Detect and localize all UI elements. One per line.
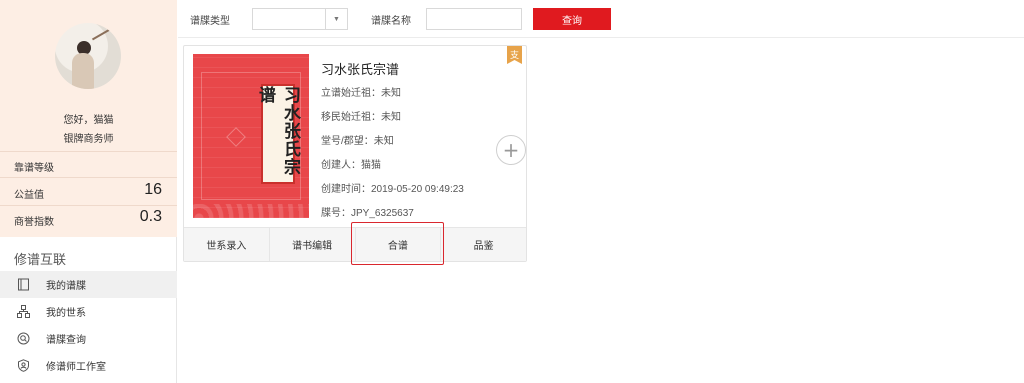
field-migrant-founder: 移民始迁祖：未知 [321, 112, 401, 123]
field-hall-name: 堂号/郡望：未知 [321, 136, 394, 147]
sidebar-item-studio[interactable]: 修谱师工作室 [0, 352, 177, 379]
sidebar-item-genealogy-search[interactable]: 谱牒查询 [0, 325, 177, 352]
genealogy-cover[interactable]: 习水张氏宗谱 [193, 54, 309, 218]
sidebar-item-my-genealogy[interactable]: 我的谱牒 [0, 271, 177, 298]
stat-label-charity: 公益值 [14, 190, 44, 201]
genealogy-title[interactable]: 习水张氏宗谱 [321, 59, 399, 78]
field-creator: 创建人：猫猫 [321, 160, 381, 171]
search-icon [16, 332, 30, 346]
book-icon [16, 278, 30, 292]
sidebar-item-label: 我的世系 [46, 308, 86, 319]
filter-bar: 谱牒类型 ▼ 谱牒名称 查询 [178, 0, 1024, 38]
profile-panel: 您好，猫猫 银牌商务师 靠谱等级 公益值 16 商誉指数 0.3 [0, 0, 177, 237]
review-button[interactable]: 品鉴 [441, 228, 526, 261]
avatar[interactable] [55, 23, 121, 89]
cover-label: 习水张氏宗谱 [255, 84, 300, 184]
sidebar-item-label: 谱牒查询 [46, 335, 86, 346]
role-text: 银牌商务师 [63, 134, 114, 145]
sidebar-item-label: 修谱师工作室 [46, 362, 106, 373]
branch-badge: 支 [507, 46, 522, 64]
divider [0, 151, 177, 152]
stat-label-level: 靠谱等级 [14, 163, 54, 174]
name-label: 谱牒名称 [371, 16, 411, 27]
shield-user-icon [16, 359, 30, 373]
name-input[interactable] [426, 8, 522, 30]
book-edit-button[interactable]: 谱书编辑 [270, 228, 356, 261]
sidebar-item-label: 我的谱牒 [46, 281, 86, 292]
field-founder: 立谱始迁祖：未知 [321, 88, 401, 99]
merge-highlight-box [351, 222, 444, 265]
stat-value-reputation: 0.3 [139, 208, 162, 225]
avatar-branch [91, 27, 113, 41]
divider [0, 205, 177, 206]
sidebar: 您好，猫猫 银牌商务师 靠谱等级 公益值 16 商誉指数 0.3 修谱互联 我的… [0, 0, 177, 383]
lineage-entry-button[interactable]: 世系录入 [184, 228, 270, 261]
greeting-text: 您好，猫猫 [63, 115, 114, 126]
type-select[interactable]: ▼ [252, 8, 348, 30]
avatar-body [72, 53, 94, 89]
field-serial-number: 牒号：JPY_6325637 [321, 208, 414, 219]
divider [0, 177, 177, 178]
type-label: 谱牒类型 [190, 16, 230, 27]
app: 您好，猫猫 银牌商务师 靠谱等级 公益值 16 商誉指数 0.3 修谱互联 我的… [0, 0, 1024, 383]
cover-cloud-pattern [193, 204, 309, 218]
stat-label-reputation: 商誉指数 [14, 217, 54, 228]
plus-icon[interactable]: + [496, 135, 526, 165]
search-button[interactable]: 查询 [533, 8, 611, 30]
stat-value-charity: 16 [144, 181, 162, 198]
section-title: 修谱互联 [14, 252, 67, 267]
cover-title: 习水张氏宗谱 [255, 86, 300, 176]
sidebar-item-my-lineage[interactable]: 我的世系 [0, 298, 177, 325]
field-created-time: 创建时间：2019-05-20 09:49:23 [321, 184, 464, 195]
chevron-down-icon[interactable]: ▼ [325, 9, 347, 29]
tree-icon [16, 305, 30, 319]
